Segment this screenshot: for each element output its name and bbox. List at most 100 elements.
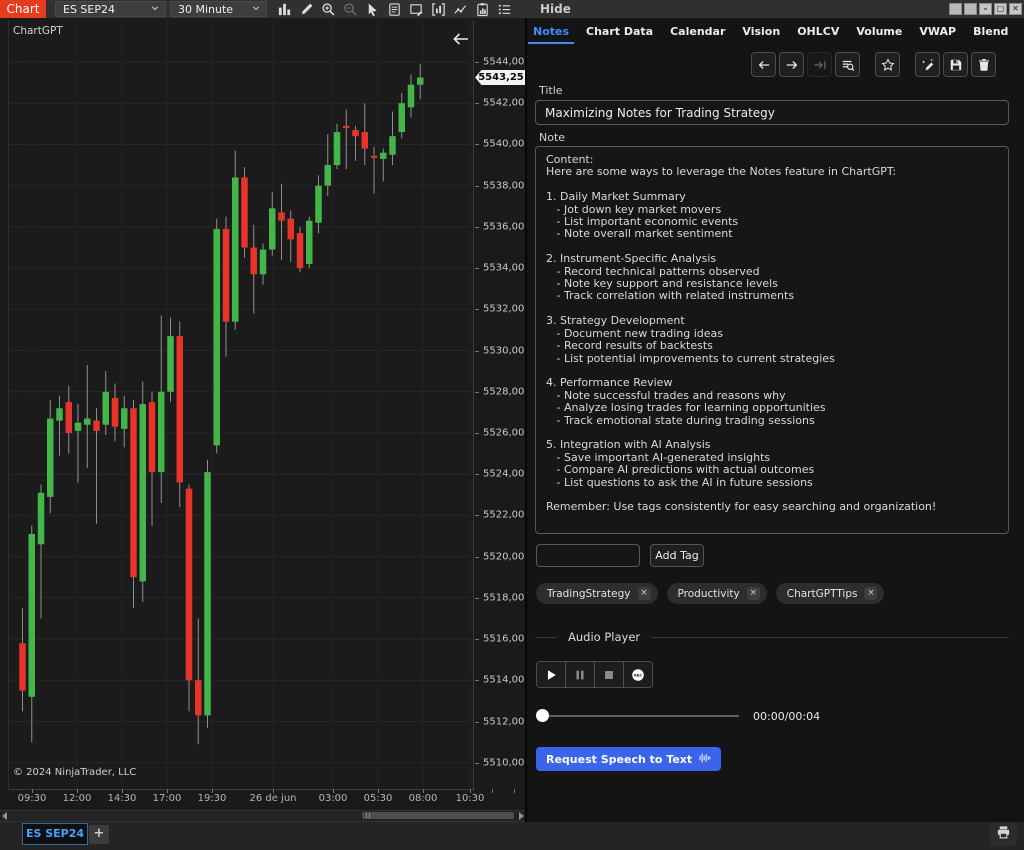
audio-progress-track[interactable] xyxy=(542,715,739,717)
tag-label: ChartGPTTips xyxy=(787,588,858,600)
price-tick xyxy=(475,351,479,352)
price-tick xyxy=(475,474,479,475)
tag-pill: TradingStrategy × xyxy=(536,583,658,604)
tag-label: TradingStrategy xyxy=(547,588,631,600)
price-tick xyxy=(475,62,479,63)
last-note-button[interactable] xyxy=(807,52,832,77)
print-button[interactable] xyxy=(990,823,1017,846)
time-tick-label: 12:00 xyxy=(63,793,92,804)
time-tick-label: 26 de jun xyxy=(249,793,296,804)
price-tick xyxy=(475,515,479,516)
audio-progress-handle[interactable] xyxy=(536,709,549,722)
request-speech-to-text-button[interactable]: Request Speech to Text xyxy=(536,747,721,771)
remove-tag-button[interactable]: × xyxy=(864,587,877,600)
link-box-2[interactable] xyxy=(964,3,977,15)
tab-blend[interactable]: Blend xyxy=(971,24,1010,44)
printer-icon xyxy=(996,825,1011,844)
time-tick-label: 14:30 xyxy=(108,793,137,804)
time-tick xyxy=(514,789,515,793)
price-tick xyxy=(475,680,479,681)
tab-vision[interactable]: Vision xyxy=(740,24,782,44)
minimize-button[interactable]: – xyxy=(979,3,992,15)
price-tick-label: 5524,00 xyxy=(483,469,524,480)
tag-input[interactable] xyxy=(536,544,640,567)
price-tick xyxy=(475,309,479,310)
tab-vwap[interactable]: VWAP xyxy=(917,24,958,44)
tab-calendar[interactable]: Calendar xyxy=(668,24,727,44)
price-tick-label: 5522,00 xyxy=(483,510,524,521)
price-tick xyxy=(475,103,479,104)
price-tick xyxy=(475,639,479,640)
panel-tab-bar: Notes Chart Data Calendar Vision OHLCV Volume… xyxy=(531,24,1024,45)
candlestick-chart[interactable] xyxy=(0,0,525,850)
scrollbar-left-arrow-icon[interactable] xyxy=(0,812,9,820)
price-tick xyxy=(475,227,479,228)
price-tick xyxy=(475,268,479,269)
favorite-note-button[interactable] xyxy=(875,52,900,77)
price-tick xyxy=(475,598,479,599)
tag-label: Productivity xyxy=(678,588,740,600)
time-tick-label: 10:30 xyxy=(456,793,485,804)
note-label: Note xyxy=(539,131,565,144)
price-tick-label: 5528,00 xyxy=(483,386,524,397)
delete-note-button[interactable] xyxy=(971,52,996,77)
price-tick-label: 5510,00 xyxy=(483,757,524,768)
price-tick xyxy=(475,186,479,187)
price-tick-label: 5544,00 xyxy=(483,57,524,68)
tab-chart-data[interactable]: Chart Data xyxy=(584,24,655,44)
title-label: Title xyxy=(539,84,563,97)
bottom-tab-strip xyxy=(0,822,1024,850)
svg-text:REC: REC xyxy=(634,673,642,677)
price-tick-label: 5534,00 xyxy=(483,263,524,274)
pause-button[interactable] xyxy=(566,662,595,687)
search-notes-button[interactable] xyxy=(835,52,860,77)
price-tick-label: 5540,00 xyxy=(483,139,524,150)
audio-controls: REC xyxy=(536,661,653,688)
add-tag-button[interactable]: Add Tag xyxy=(650,544,704,567)
scrollbar-grip xyxy=(369,813,370,818)
price-tick-label: 5532,00 xyxy=(483,304,524,315)
previous-note-button[interactable] xyxy=(751,52,776,77)
price-tick xyxy=(475,557,479,558)
copyright-text: © 2024 NinjaTrader, LLC xyxy=(13,767,136,778)
note-content-textarea[interactable]: Content: Here are some ways to leverage … xyxy=(535,146,1009,534)
remove-tag-button[interactable]: × xyxy=(747,587,760,600)
ai-compose-button[interactable] xyxy=(915,52,940,77)
price-tick-label: 5526,00 xyxy=(483,427,524,438)
scrollbar-thumb[interactable] xyxy=(362,812,514,819)
next-note-button[interactable] xyxy=(779,52,804,77)
time-tick-label: 05:30 xyxy=(364,793,393,804)
play-button[interactable] xyxy=(537,662,566,687)
stt-button-label: Request Speech to Text xyxy=(546,753,692,766)
hide-panel-button[interactable]: Hide xyxy=(540,2,571,16)
remove-tag-button[interactable]: × xyxy=(638,587,651,600)
tab-ohlcv[interactable]: OHLCV xyxy=(795,24,841,44)
link-box-1[interactable] xyxy=(949,3,962,15)
price-tick-label: 5536,00 xyxy=(483,221,524,232)
note-title-input[interactable] xyxy=(535,100,1009,125)
time-tick-label: 09:30 xyxy=(18,793,47,804)
stop-button[interactable] xyxy=(595,662,624,687)
tab-volume[interactable]: Volume xyxy=(854,24,904,44)
price-tick xyxy=(475,763,479,764)
waveform-icon xyxy=(699,752,711,767)
record-button[interactable]: REC xyxy=(624,662,652,687)
price-tick xyxy=(475,722,479,723)
price-tick xyxy=(475,144,479,145)
add-tab-button[interactable]: + xyxy=(89,825,109,844)
tab-notes[interactable]: Notes xyxy=(531,24,571,44)
price-tick-label: 5518,00 xyxy=(483,592,524,603)
maximize-button[interactable]: ▢ xyxy=(994,3,1007,15)
tab-es-sep24[interactable]: ES SEP24 xyxy=(22,823,88,845)
time-tick-label: 17:00 xyxy=(153,793,182,804)
audio-time: 00:00/00:04 xyxy=(753,710,820,723)
price-tick xyxy=(475,433,479,434)
tag-pill: ChartGPTTips × xyxy=(776,583,885,604)
audio-player-section: Audio Player xyxy=(535,630,1009,644)
price-tick-label: 5512,00 xyxy=(483,716,524,727)
close-button[interactable]: ✕ xyxy=(1009,3,1022,15)
back-arrow-icon[interactable] xyxy=(448,30,472,48)
time-tick-label: 03:00 xyxy=(319,793,348,804)
save-note-button[interactable] xyxy=(943,52,968,77)
time-tick-label: 08:00 xyxy=(409,793,438,804)
